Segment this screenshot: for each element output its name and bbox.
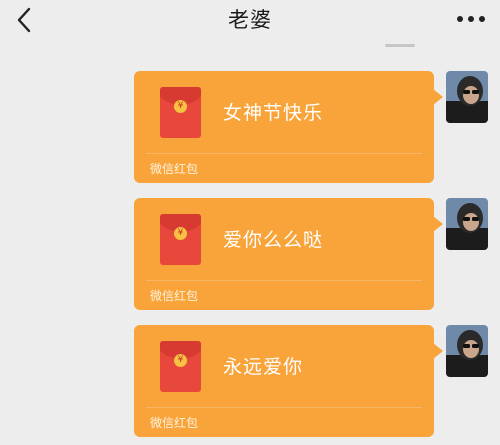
red-packet-bubble[interactable]: ¥ 爱你么么哒 微信红包 xyxy=(134,198,443,310)
yuan-seal-icon: ¥ xyxy=(174,227,187,240)
bubble-divider xyxy=(146,280,422,281)
bubble-divider xyxy=(146,153,422,154)
avatar[interactable] xyxy=(446,198,488,250)
red-envelope-icon: ¥ xyxy=(160,341,201,392)
message-row: ¥ 爱你么么哒 微信红包 xyxy=(0,198,500,313)
bubble-divider xyxy=(146,407,422,408)
yuan-seal-icon: ¥ xyxy=(174,354,187,367)
red-packet-label: 微信红包 xyxy=(150,416,199,430)
more-dots-icon[interactable] xyxy=(454,8,488,30)
chat-title: 老婆 xyxy=(228,8,272,32)
avatar[interactable] xyxy=(446,325,488,377)
red-packet-message: 女神节快乐 xyxy=(223,102,324,124)
red-packet-message: 永远爱你 xyxy=(223,356,304,378)
red-packet-label: 微信红包 xyxy=(150,162,199,176)
red-packet-bubble[interactable]: ¥ 女神节快乐 微信红包 xyxy=(134,71,443,183)
red-packet-label: 微信红包 xyxy=(150,289,199,303)
message-row: ¥ 永远爱你 微信红包 xyxy=(0,325,500,440)
red-envelope-icon: ¥ xyxy=(160,214,201,265)
red-packet-message: 爱你么么哒 xyxy=(223,229,324,251)
yuan-seal-icon: ¥ xyxy=(174,100,187,113)
previous-message-edge xyxy=(385,44,415,47)
message-row: ¥ 女神节快乐 微信红包 xyxy=(0,71,500,186)
chat-header: 老婆 xyxy=(0,0,500,40)
red-packet-bubble[interactable]: ¥ 永远爱你 微信红包 xyxy=(134,325,443,437)
avatar[interactable] xyxy=(446,71,488,123)
red-envelope-icon: ¥ xyxy=(160,87,201,138)
